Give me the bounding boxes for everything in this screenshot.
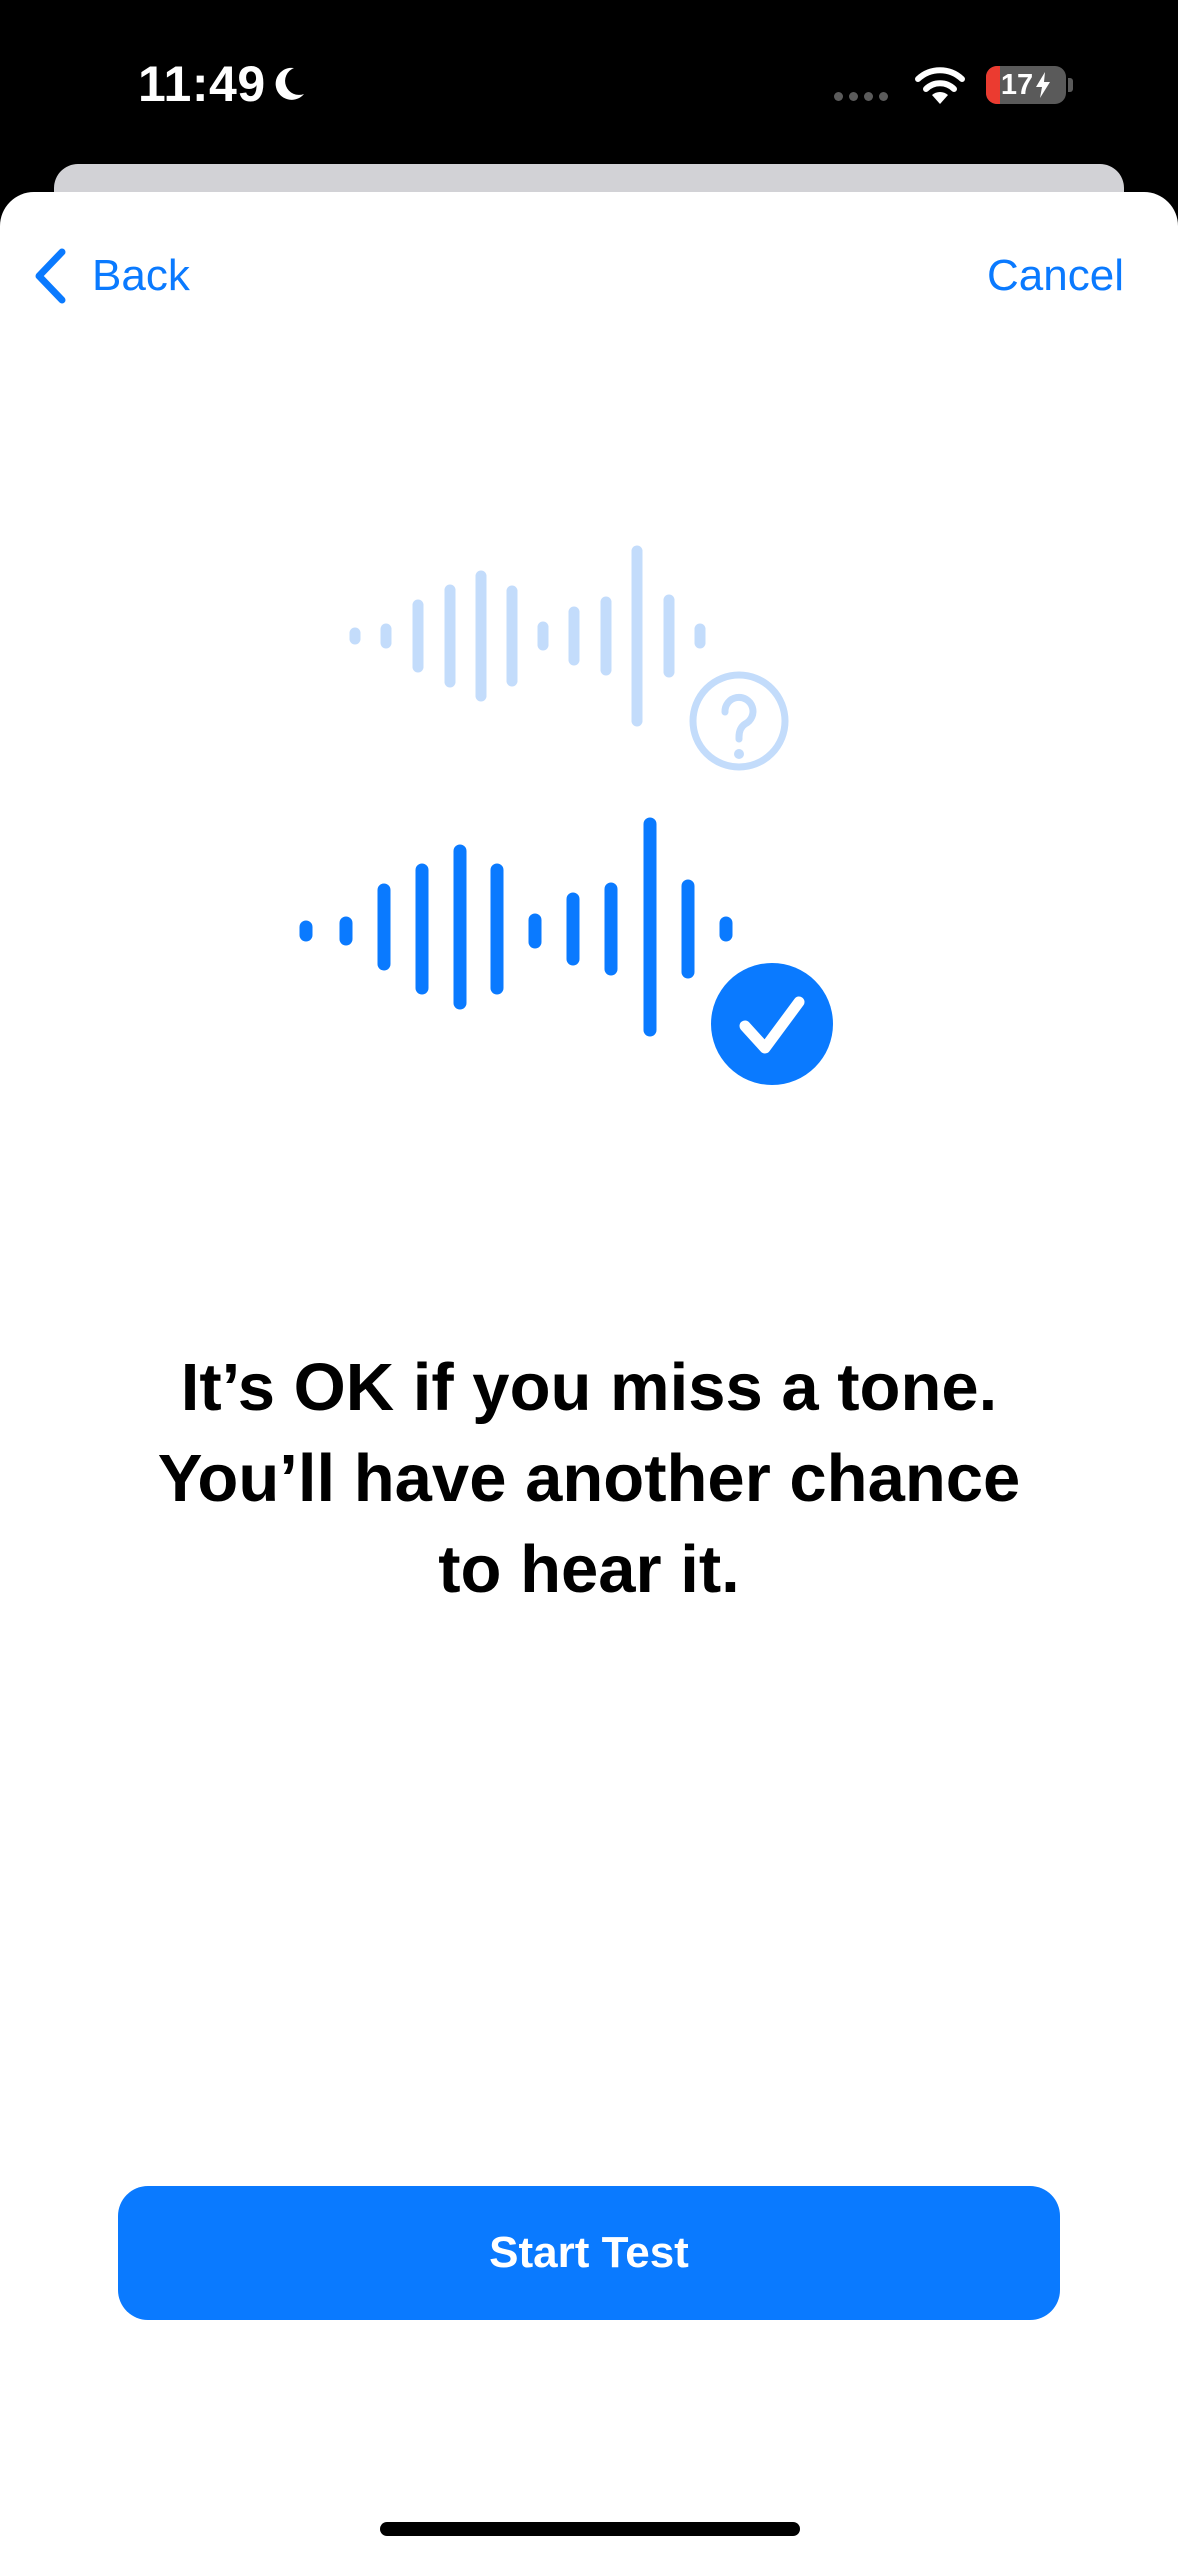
waveform-icon-light bbox=[349, 545, 706, 727]
tone-illustration bbox=[299, 545, 839, 1091]
message-line-3: to hear it. bbox=[438, 1532, 740, 1607]
battery-indicator: 17 bbox=[986, 66, 1066, 104]
wifi-icon bbox=[915, 67, 965, 104]
bolt-icon bbox=[1036, 72, 1051, 98]
battery-cap bbox=[1068, 78, 1073, 92]
hearing-test-screen: 11:49 17 Back Cancel It’s OK if you miss… bbox=[0, 0, 1178, 2560]
waveform-icon bbox=[299, 817, 733, 1037]
status-bar: 11:49 17 bbox=[0, 0, 1178, 170]
status-time: 11:49 bbox=[138, 56, 266, 112]
start-test-button[interactable]: Start Test bbox=[118, 2186, 1060, 2320]
moon-icon bbox=[275, 67, 304, 100]
cellular-signal-icon bbox=[834, 92, 888, 101]
battery-percent: 17 bbox=[986, 66, 1066, 104]
home-indicator[interactable] bbox=[380, 2522, 800, 2536]
question-circle-icon bbox=[689, 671, 789, 771]
message-line-1: It’s OK if you miss a tone. bbox=[180, 1350, 998, 1425]
checkmark-circle-icon bbox=[705, 957, 839, 1091]
message-line-2: You’ll have another chance bbox=[157, 1441, 1021, 1516]
instruction-message: It’s OK if you miss a tone. You’ll have … bbox=[80, 1342, 1098, 1615]
modal-sheet: Back Cancel It’s OK if you miss a tone. … bbox=[0, 192, 1178, 2560]
